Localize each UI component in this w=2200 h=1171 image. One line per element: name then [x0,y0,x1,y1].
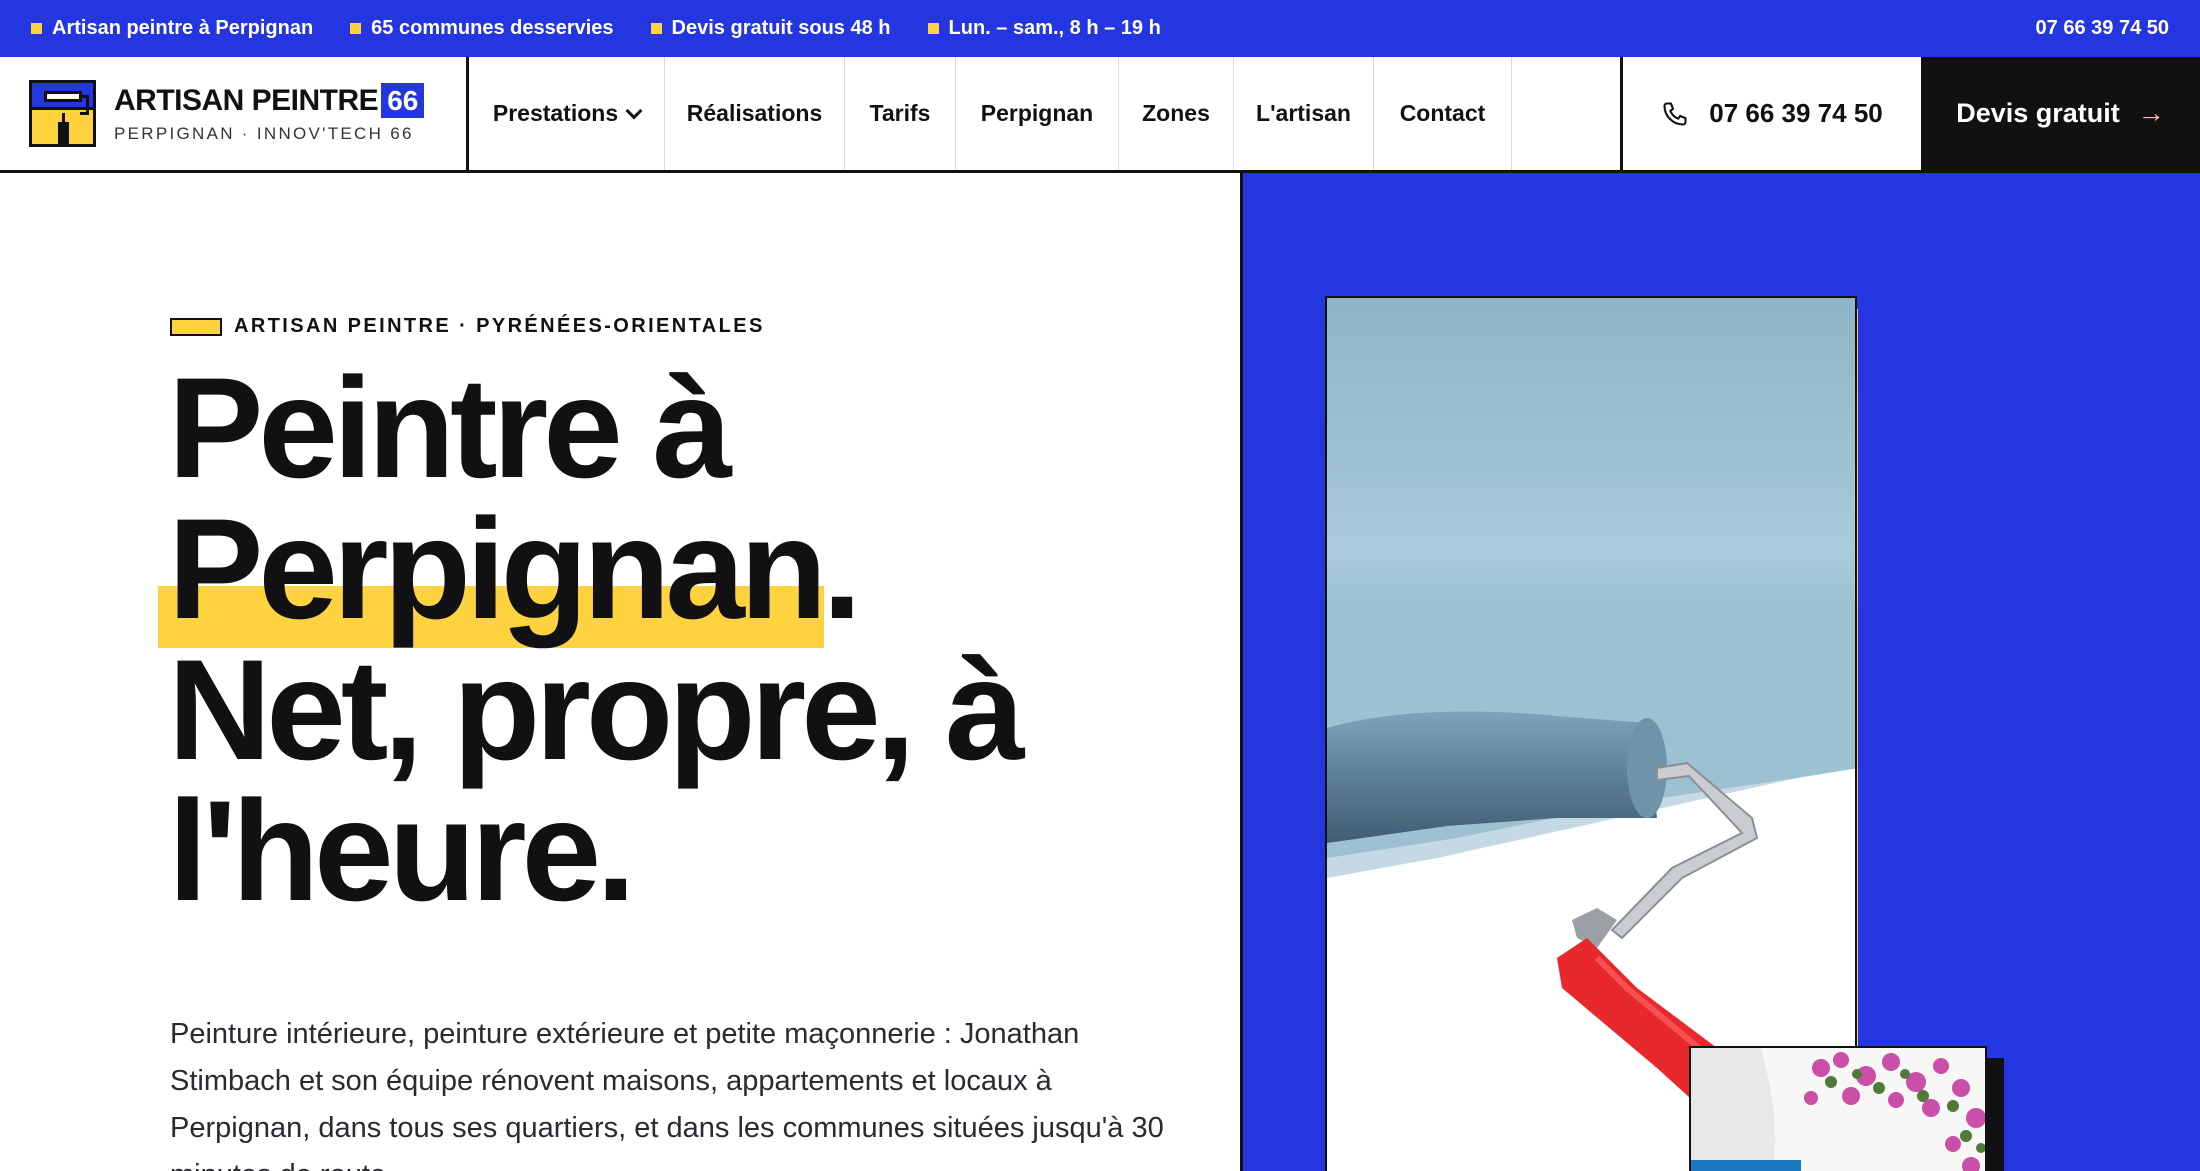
nav-item-label: Perpignan [980,100,1094,126]
top-info-item: Artisan peintre à Perpignan [31,17,313,40]
header-phone-button[interactable]: 07 66 39 74 50 [1620,57,1921,170]
top-info-item: Lun. – sam., 8 h – 19 h [927,17,1161,40]
flowers-doorway-photo [1689,1046,1987,1171]
nav-item-zones[interactable]: Zones [1119,57,1234,170]
square-bullet-icon [650,23,662,34]
nav-item-label: L'artisan [1256,100,1351,126]
top-info-bar: Artisan peintre à Perpignan 65 communes … [0,0,2200,57]
phone-icon [1663,101,1687,126]
top-info-list: Artisan peintre à Perpignan 65 communes … [31,17,1161,40]
nav-item-label: Contact [1399,100,1486,126]
eyebrow-bar [170,317,222,336]
headline-highlight: Perpignan [157,498,827,648]
nav-item-label: Zones [1142,100,1210,126]
hero-content: ARTISAN PEINTRE · PYRÉNÉES-ORIENTALES Pe… [0,173,1240,1171]
headline-line: Net, propre, à [168,631,1025,790]
hero-headline: Peintre à Perpignan. Net, propre, à l'he… [157,349,1228,931]
top-info-item: 65 communes desservies [350,17,614,40]
nav-item-lartisan[interactable]: L'artisan [1234,57,1374,170]
nav-item-label: Prestations [492,100,619,126]
top-info-text: Artisan peintre à Perpignan [52,17,314,39]
eyebrow-text: ARTISAN PEINTRE · PYRÉNÉES-ORIENTALES [234,315,765,337]
paint-roller-logo-icon [29,80,96,147]
square-bullet-icon [927,23,939,34]
brand-name-row: ARTISAN PEINTRE 66 [114,83,425,118]
brand-badge: 66 [381,83,425,118]
nav-item-contact[interactable]: Contact [1374,57,1512,170]
brand-home-link[interactable]: ARTISAN PEINTRE 66 PERPIGNAN · INNOV'TEC… [0,57,469,170]
nav-item-label: Réalisations [686,100,823,126]
main-nav: Prestations Réalisations Tarifs Perpigna… [469,57,1620,170]
headline-line: Peintre à [168,349,732,508]
brand-text: ARTISAN PEINTRE 66 PERPIGNAN · INNOV'TEC… [114,83,425,144]
headline-period: . [822,490,862,649]
top-info-item: Devis gratuit sous 48 h [650,17,891,40]
nav-item-prestations[interactable]: Prestations [469,57,665,170]
chevron-down-icon [625,102,643,119]
paint-roller-illustration [1327,298,1855,1171]
hero-lead-paragraph: Peinture intérieure, peinture extérieure… [170,1018,1164,1171]
site-header: ARTISAN PEINTRE 66 PERPIGNAN · INNOV'TEC… [0,57,2200,173]
paint-roller-photo [1325,296,1857,1171]
header-phone-label: 07 66 39 74 50 [1709,98,1883,128]
headline-highlight-text: Perpignan [168,490,827,649]
headline-line: l'heure. [168,772,636,931]
nav-item-realisations[interactable]: Réalisations [665,57,845,170]
top-info-text: 65 communes desservies [371,17,614,39]
hero-visual [1240,173,2200,1171]
flowers-illustration [1691,1048,1985,1171]
nav-item-label: Tarifs [869,100,931,126]
headline-line: Perpignan. [157,498,1228,648]
cta-label: Devis gratuit [1956,98,2120,128]
square-bullet-icon [350,23,362,34]
brand-subtitle: PERPIGNAN · INNOV'TECH 66 [114,124,414,143]
nav-item-tarifs[interactable]: Tarifs [845,57,956,170]
topbar-phone-link[interactable]: 07 66 39 74 50 [2036,17,2169,40]
nav-item-perpignan[interactable]: Perpignan [956,57,1119,170]
hero-eyebrow: ARTISAN PEINTRE · PYRÉNÉES-ORIENTALES [170,315,765,338]
top-info-text: Lun. – sam., 8 h – 19 h [948,17,1161,39]
arrow-right-icon: → [2137,98,2165,128]
devis-gratuit-button[interactable]: Devis gratuit → [1921,57,2200,170]
square-bullet-icon [31,23,42,34]
top-info-text: Devis gratuit sous 48 h [671,17,891,39]
brand-name: ARTISAN PEINTRE [114,83,379,117]
